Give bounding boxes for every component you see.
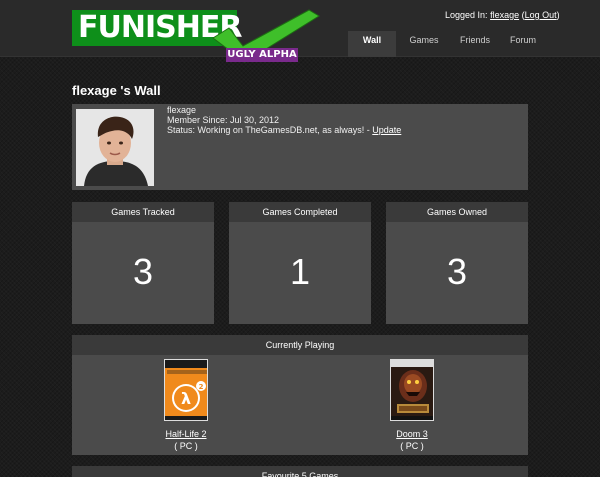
stat-value: 1 — [289, 251, 311, 292]
stat-label: Games Owned — [386, 202, 528, 222]
game-title-link[interactable]: Half-Life 2 — [165, 429, 206, 439]
nav-forum[interactable]: Forum — [500, 31, 546, 57]
member-since: Member Since: Jul 30, 2012 — [167, 115, 280, 125]
username-link[interactable]: flexage — [490, 10, 519, 20]
profile-info: flexage Member Since: Jul 30, 2012 Statu… — [167, 105, 401, 135]
status-text: Status: Working on TheGamesDB.net, as al… — [167, 125, 370, 135]
nav-friends[interactable]: Friends — [450, 31, 500, 57]
doom-3-cover[interactable] — [390, 359, 434, 421]
half-life-2-cover[interactable]: λ 2 — [164, 359, 208, 421]
logout-close-paren: ) — [556, 10, 560, 20]
game-title-link[interactable]: Doom 3 — [396, 429, 428, 439]
doom-3-cover-art — [391, 360, 433, 420]
logo-alpha-tag: UGLY ALPHA — [226, 48, 298, 62]
stat-label: Games Completed — [229, 202, 371, 222]
half-life-2-cover-art: λ 2 — [165, 360, 207, 420]
site-header: FUNISHER UGLY ALPHA Logged In: flexage (… — [0, 0, 600, 63]
favourite-games-heading: Favourite 5 Games — [72, 466, 528, 477]
game-item: Doom 3 ( PC ) — [362, 359, 462, 451]
site-logo[interactable]: FUNISHER UGLY ALPHA — [72, 9, 320, 63]
stat-label: Games Tracked — [72, 202, 214, 222]
game-platform: ( PC ) — [400, 441, 424, 451]
game-platform: ( PC ) — [174, 441, 198, 451]
stat-games-owned: Games Owned 3 — [386, 202, 528, 324]
game-item: λ 2 Half-Life 2 ( PC ) — [136, 359, 236, 451]
svg-text:λ: λ — [181, 389, 191, 408]
avatar — [76, 109, 154, 186]
login-status: Logged In: flexage (Log Out) — [445, 10, 560, 20]
page-title: flexage 's Wall — [72, 83, 161, 98]
avatar-image — [76, 109, 154, 186]
stat-value: 3 — [132, 251, 154, 292]
currently-playing-heading: Currently Playing — [72, 335, 528, 355]
stat-games-completed: Games Completed 1 — [229, 202, 371, 324]
stat-games-tracked: Games Tracked 3 — [72, 202, 214, 324]
svg-text:2: 2 — [199, 383, 204, 391]
nav-wall[interactable]: Wall — [348, 31, 396, 57]
profile-name: flexage — [167, 105, 197, 115]
profile-card: flexage Member Since: Jul 30, 2012 Statu… — [72, 104, 528, 190]
login-prefix: Logged In: — [445, 10, 488, 20]
stat-value: 3 — [446, 251, 468, 292]
profile-status: Status: Working on TheGamesDB.net, as al… — [167, 125, 401, 135]
currently-playing-panel: Currently Playing λ 2 Half-Life 2 ( PC ) — [72, 335, 528, 455]
update-status-link[interactable]: Update — [372, 125, 401, 135]
logout-link[interactable]: Log Out — [525, 10, 557, 20]
nav-games[interactable]: Games — [400, 31, 448, 57]
